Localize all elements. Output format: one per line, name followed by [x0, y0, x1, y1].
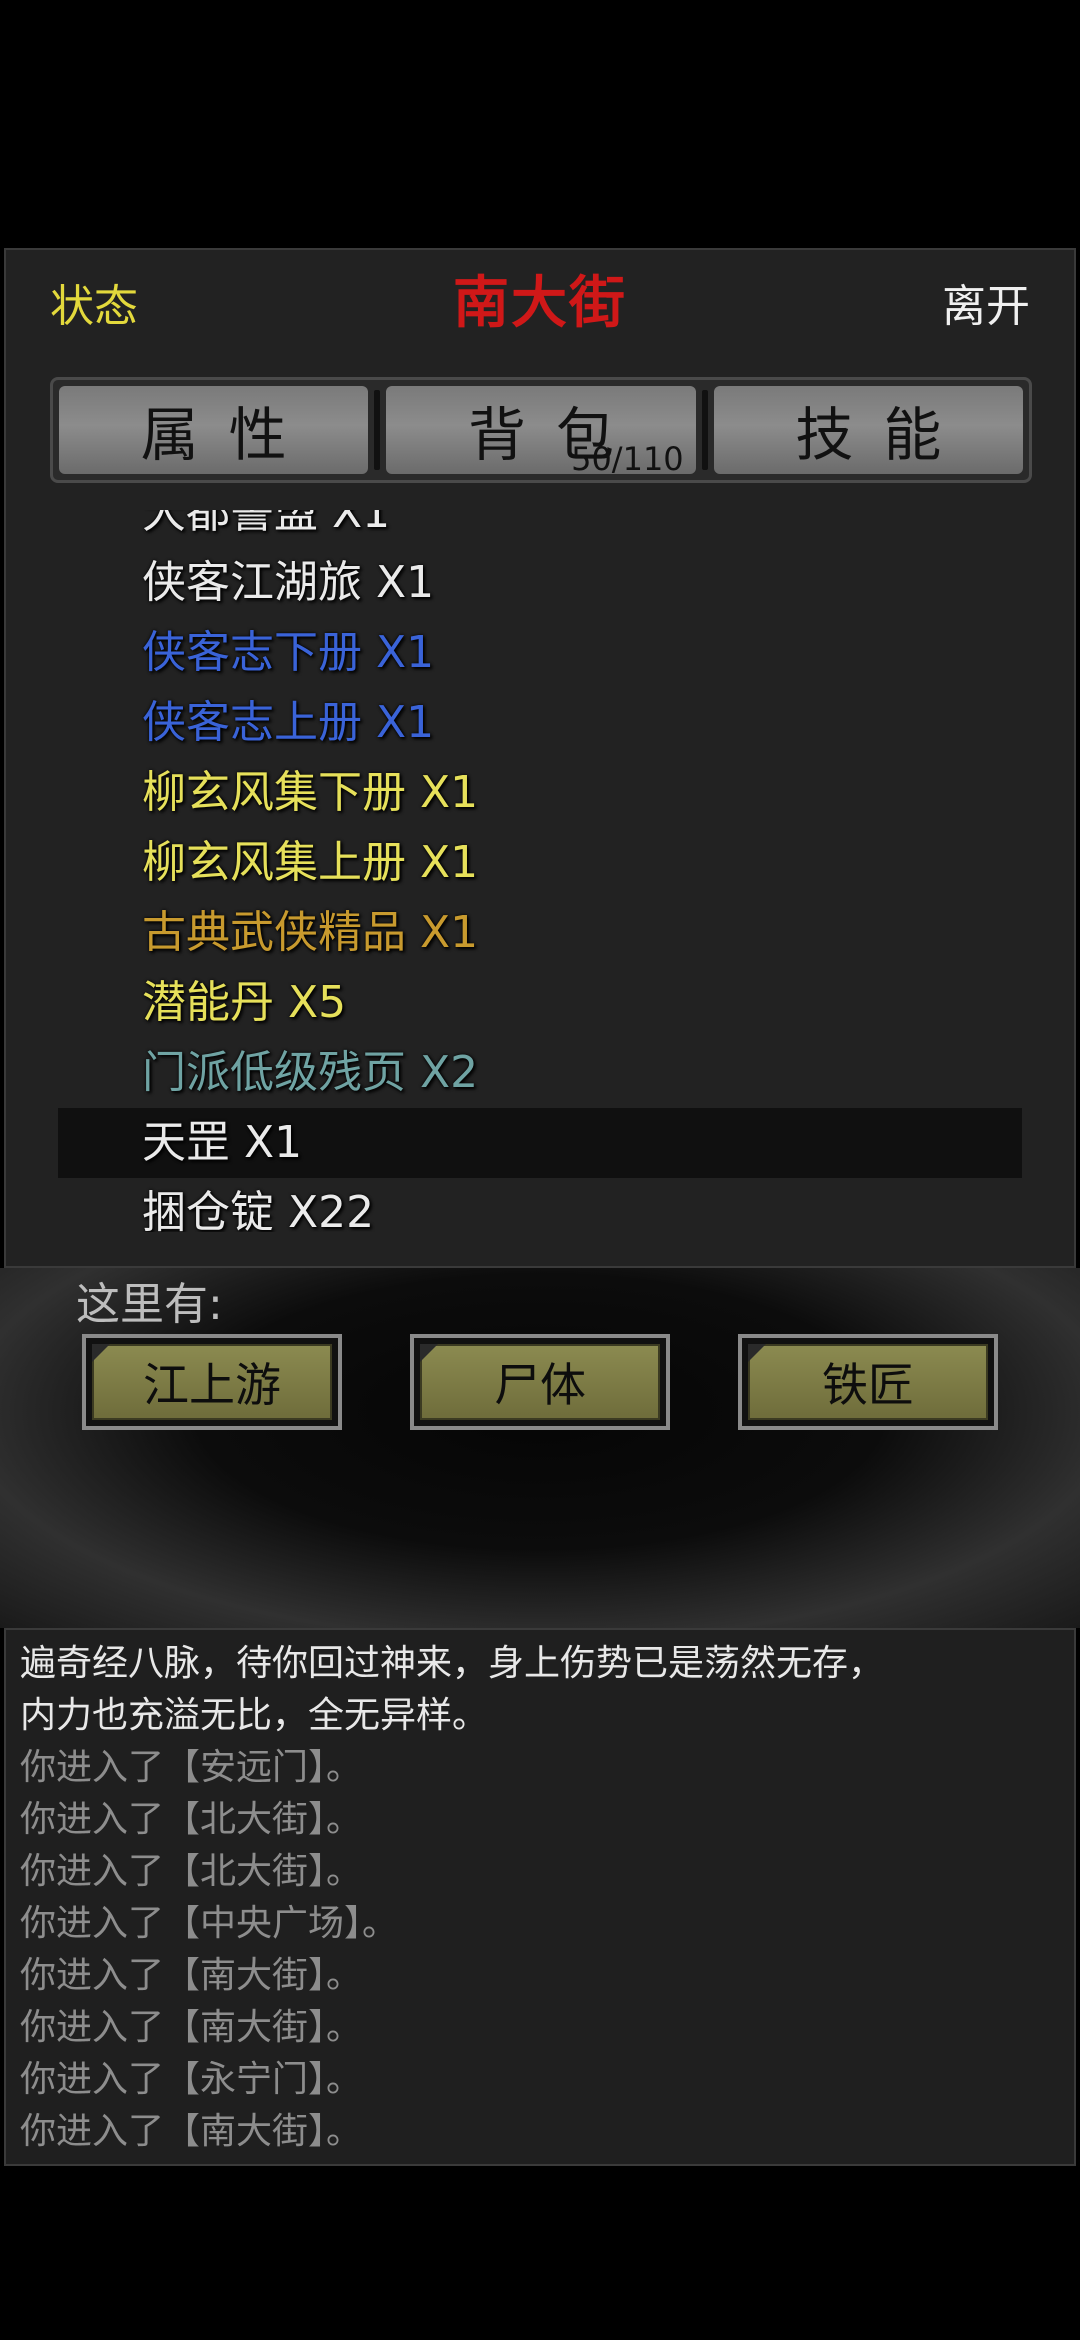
log-line: 你进入了【北大街】。: [20, 1799, 363, 1840]
inventory-item[interactable]: 柳玄风集下册 X1: [58, 758, 1022, 828]
here-label: 这里有:: [76, 1279, 223, 1330]
inventory-list[interactable]: 大都誓盟 X1 侠客江湖旅 X1 侠客志下册 X1 侠客志上册 X1 柳玄风集下册 X1…: [58, 510, 1022, 1232]
tab-backpack[interactable]: 背包 50/110: [386, 386, 696, 478]
tab-divider: [701, 390, 708, 470]
backpack-capacity: 50/110: [571, 440, 684, 478]
inventory-item[interactable]: 捆仓锭 X22: [58, 1178, 1022, 1232]
inventory-item[interactable]: 侠客志上册 X1: [58, 688, 1022, 758]
blacksmith-button[interactable]: 铁匠: [738, 1334, 998, 1430]
npc-button-jiangshangyou[interactable]: 江上游: [82, 1334, 342, 1430]
tab-skills[interactable]: 技能: [713, 386, 1023, 474]
message-log[interactable]: 遍奇经八脉，待你回过神来，身上伤势已是荡然无存， 内力也充溢无比，全无异样。 你进入…: [4, 1628, 1076, 2166]
tab-bar: 属性 背包 50/110 技能: [50, 377, 1032, 483]
log-line: 你进入了【中央广场】。: [20, 1903, 399, 1944]
log-line: 你进入了【南大街】。: [20, 1955, 363, 1996]
leave-button[interactable]: 离开: [942, 270, 1030, 334]
corpse-button[interactable]: 尸体: [410, 1334, 670, 1430]
game-screen: 状态 南大街 离开 属性 背包 50/110 技能 大都誓盟 X1 侠客江湖旅 X…: [0, 0, 1080, 2340]
inventory-item[interactable]: 侠客江湖旅 X1: [58, 548, 1022, 618]
log-line: 你进入了【安远门】。: [20, 1747, 363, 1788]
log-line: 遍奇经八脉，待你回过神来，身上伤势已是荡然无存，: [20, 1643, 885, 1684]
tab-divider: [374, 390, 381, 470]
tab-attributes[interactable]: 属性: [59, 386, 369, 474]
button-label: 尸体: [494, 1358, 586, 1412]
button-label: 江上游: [143, 1358, 281, 1412]
log-line: 你进入了【北大街】。: [20, 1851, 363, 1892]
inventory-item[interactable]: 柳玄风集上册 X1: [58, 828, 1022, 898]
inventory-item[interactable]: 古典武侠精品 X1: [58, 898, 1022, 968]
log-line: 你进入了【南大街】。: [20, 2007, 363, 2048]
tab-label: 技能: [795, 401, 972, 469]
log-line: 内力也充溢无比，全无异样。: [20, 1695, 489, 1736]
tab-label: 属性: [140, 401, 317, 469]
inventory-item[interactable]: 天罡 X1: [58, 1108, 1022, 1178]
log-line: 你进入了【永宁门】。: [20, 2059, 363, 2100]
inventory-item[interactable]: 侠客志下册 X1: [58, 618, 1022, 688]
log-line: 你进入了【南大街】。: [20, 2111, 363, 2152]
inventory-item[interactable]: 门派低级残页 X2: [58, 1038, 1022, 1108]
button-label: 铁匠: [822, 1358, 914, 1412]
inventory-item[interactable]: 大都誓盟 X1: [58, 510, 1022, 548]
location-title: 南大街: [453, 270, 627, 336]
inventory-item[interactable]: 潜能丹 X5: [58, 968, 1022, 1038]
